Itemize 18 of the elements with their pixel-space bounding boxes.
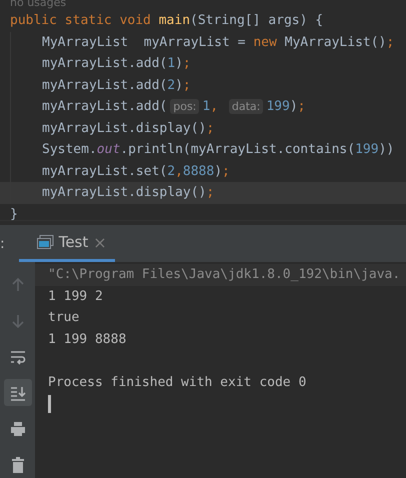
code-line: public static void main(String[] args) { [9, 12, 324, 30]
console-output: 1 199 2 [47, 288, 104, 306]
console-output: Process finished with exit code 0 [47, 374, 308, 392]
console-icon [36, 235, 54, 250]
usage-hint: no usages [9, 0, 68, 10]
code-line: myArrayList.add(2); [0, 74, 406, 96]
console-output: 1 199 8888 [47, 330, 128, 348]
code-line: myArrayList.add( pos: 1, data: 199); [0, 96, 406, 118]
code-line: } [9, 206, 19, 220]
code-line: MyArrayList myArrayList = new MyArrayList(); [0, 32, 406, 53]
scroll-to-end-button[interactable] [4, 379, 32, 406]
panel-label: : [0, 234, 6, 254]
code-line: System.out.println(myArrayList.contains(199)) [0, 139, 406, 160]
console-output: true [47, 309, 80, 327]
code-line: myArrayList.display(); [0, 118, 406, 139]
code-line: myArrayList.set(2,8888); [0, 160, 406, 182]
code-line: myArrayList.add(1); [0, 53, 406, 74]
printer-icon [8, 420, 26, 438]
